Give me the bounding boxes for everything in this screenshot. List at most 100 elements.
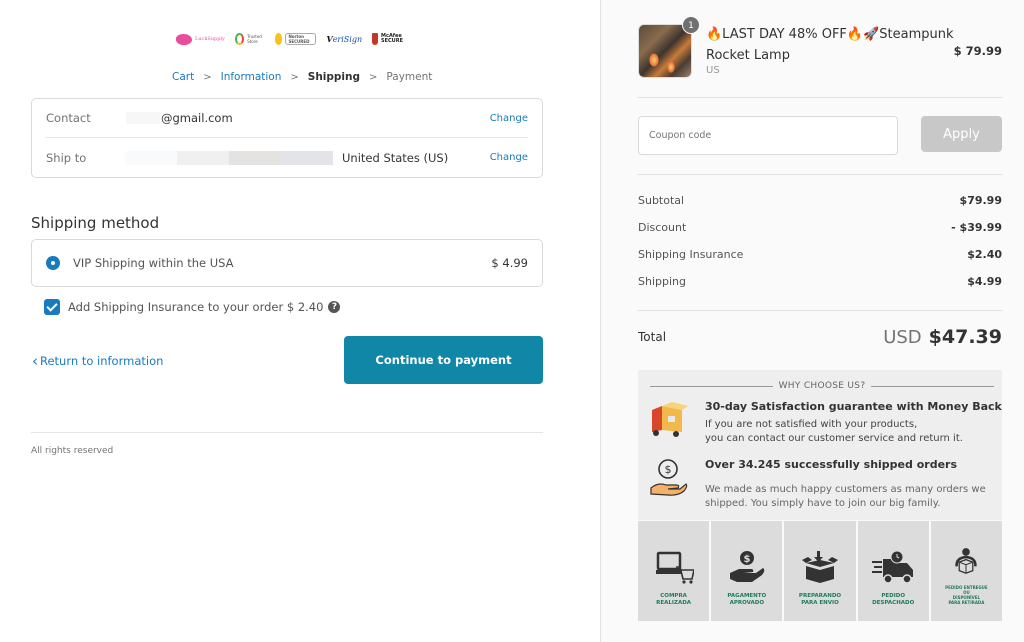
- svg-text:$: $: [665, 463, 672, 476]
- mcafee-shield-icon: [372, 33, 378, 45]
- breadcrumb-payment: Payment: [386, 71, 433, 83]
- description-line: We made as much happy customers as many …: [705, 484, 986, 495]
- trust-badge-mcafee: McAfee SECURE: [372, 33, 407, 45]
- footer-copyright: All rights reserved: [31, 446, 114, 456]
- google-check-icon: [234, 33, 245, 45]
- summary-label: Subtotal: [638, 194, 685, 207]
- redacted-block: [281, 150, 333, 165]
- why-choose-heading: WHY CHOOSE US?: [650, 381, 995, 391]
- divider: [638, 97, 1002, 98]
- heading-rule: [650, 385, 773, 387]
- payment-hand-icon: $: [729, 551, 765, 582]
- badge-label: LuckSupply: [195, 36, 225, 42]
- caption-line: PAGAMENTO: [727, 593, 767, 599]
- insurance-checkbox[interactable]: [44, 299, 60, 315]
- trust-badge-verisign: VeriSign: [326, 34, 362, 44]
- badge-label: Trusted Store: [247, 34, 262, 44]
- redacted-block: [125, 150, 177, 165]
- product-title: 🔥LAST DAY 48% OFF🔥🚀Steampunk Rocket Lamp: [706, 27, 954, 63]
- packing-box-icon: [802, 551, 838, 583]
- product-line-item: 1 🔥LAST DAY 48% OFF🔥🚀Steampunk Rocket La…: [638, 16, 1002, 79]
- step-preparando-para-envio: PREPARANDO PARA ENVIO: [784, 521, 856, 621]
- chevron-left-icon: ‹: [32, 352, 38, 370]
- help-icon[interactable]: ?: [328, 301, 341, 313]
- svg-text:$: $: [743, 554, 750, 565]
- redacted-address: [125, 150, 333, 165]
- review-block: Contact @gmail.com Change Ship to United…: [31, 98, 543, 178]
- why-choose-us-banner: WHY CHOOSE US? 30-day Satisfaction guara…: [638, 370, 1002, 520]
- product-variant: US: [706, 65, 720, 76]
- why-item-title: Over 34.245 successfully shipped orders: [705, 458, 957, 471]
- step-pedido-despachado: PEDIDO DESPACHADO: [857, 521, 929, 621]
- description-line: If you are not satisfied with your produ…: [705, 419, 918, 430]
- total-label: Total: [638, 330, 667, 344]
- breadcrumb-shipping: Shipping: [307, 71, 361, 83]
- shipping-method-name: VIP Shipping within the USA: [73, 256, 234, 270]
- apply-coupon-button[interactable]: Apply: [921, 116, 1002, 152]
- shipping-method-title: Shipping method: [31, 214, 160, 232]
- why-item-title: 30-day Satisfaction guarantee with Money…: [705, 400, 1002, 413]
- step-pagamento-aprovado: $ PAGAMENTO APROVADO: [711, 521, 783, 621]
- caption-line: PREPARANDO: [798, 593, 842, 599]
- trust-badges: LuckSupply Trusted Store Norton SECURED …: [176, 30, 406, 48]
- shipping-insurance-option[interactable]: Add Shipping Insurance to your order $ 2…: [44, 299, 341, 315]
- heading-rule: [871, 385, 995, 387]
- continue-to-payment-button[interactable]: Continue to payment: [344, 336, 543, 384]
- person-package-icon: [955, 548, 978, 574]
- coupon-code-input[interactable]: [638, 116, 898, 155]
- laptop-cart-icon: [655, 551, 694, 584]
- trust-badge-lucksupply: LuckSupply: [176, 33, 225, 45]
- summary-value: $2.40: [967, 248, 1002, 261]
- total-row: Total USD $47.39: [638, 326, 1002, 348]
- summary-label: Shipping: [638, 275, 686, 288]
- badge-label: Norton SECURED: [285, 33, 317, 45]
- footer-divider: [31, 432, 543, 433]
- change-ship-to-link[interactable]: Change: [490, 152, 528, 163]
- ship-to-value: United States (US): [125, 150, 490, 165]
- insurance-label: Add Shipping Insurance to your order $ 2…: [68, 300, 324, 314]
- chevron-right-icon: >: [203, 71, 212, 83]
- step-caption: PAGAMENTO APROVADO: [711, 593, 782, 607]
- badge-label: McAfee SECURE: [381, 33, 404, 44]
- trust-badge-google-trusted: Trusted Store: [234, 33, 265, 45]
- shipping-radio[interactable]: [46, 256, 60, 270]
- shipping-option[interactable]: VIP Shipping within the USA $ 4.99: [31, 239, 543, 287]
- order-progress-steps: COMPRA REALIZADA $ PAGAMENTO APROVADO PR…: [638, 521, 1003, 621]
- checkout-main: LuckSupply Trusted Store Norton SECURED …: [0, 0, 600, 642]
- product-price: $ 79.99: [953, 44, 1002, 58]
- delivery-box-icon: [652, 402, 688, 437]
- redacted-email: [126, 112, 160, 124]
- change-contact-link[interactable]: Change: [490, 113, 528, 124]
- summary-label: Discount: [638, 221, 687, 234]
- money-hand-icon: $: [650, 459, 688, 496]
- caption-line: COMPRA: [660, 593, 687, 599]
- chevron-right-icon: >: [290, 71, 299, 83]
- step-caption: PEDIDO DESPACHADO: [858, 593, 929, 607]
- summary-row-shipping-insurance: Shipping Insurance $2.40: [638, 248, 1002, 261]
- step-compra-realizada: COMPRA REALIZADA: [638, 521, 710, 621]
- why-item-description: We made as much happy customers as many …: [705, 483, 1005, 511]
- total-amount: $47.39: [928, 326, 1002, 348]
- step-caption: COMPRA REALIZADA: [638, 593, 709, 607]
- return-label: Return to information: [40, 354, 164, 368]
- summary-row-shipping: Shipping $4.99: [638, 275, 1002, 288]
- ship-to-country: United States (US): [342, 150, 449, 165]
- piggy-bank-icon: [176, 33, 192, 45]
- contact-email-domain: @gmail.com: [161, 111, 233, 125]
- quantity-badge: 1: [682, 16, 700, 34]
- shipping-method-price: $ 4.99: [491, 256, 528, 270]
- return-to-information-link[interactable]: ‹ Return to information: [32, 352, 164, 370]
- summary-value: $4.99: [967, 275, 1002, 288]
- summary-row-discount: Discount - $39.99: [638, 221, 1002, 234]
- breadcrumb-cart[interactable]: Cart: [172, 71, 194, 83]
- summary-value: $79.99: [959, 194, 1002, 207]
- breadcrumb-information[interactable]: Information: [221, 71, 282, 83]
- divider: [638, 174, 1002, 175]
- chevron-right-icon: >: [369, 71, 378, 83]
- divider: [638, 310, 1002, 311]
- total-value: USD $47.39: [883, 326, 1002, 348]
- heading-text: WHY CHOOSE US?: [778, 381, 866, 391]
- total-currency: USD: [883, 327, 922, 348]
- caption-line: PARA ENVIO: [801, 600, 839, 606]
- breadcrumb: Cart > Information > Shipping > Payment: [172, 71, 432, 83]
